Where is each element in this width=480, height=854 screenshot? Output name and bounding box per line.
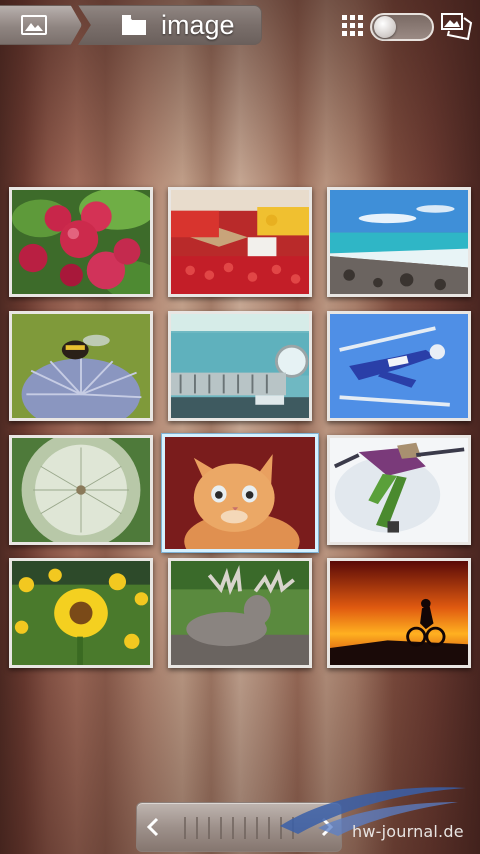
thumbnail-sunset-cyclist[interactable] (327, 558, 471, 668)
thumbnail-market[interactable] (168, 187, 312, 297)
thumbnail-snow-angel[interactable] (327, 435, 471, 545)
thumbnail-dandelion[interactable] (9, 435, 153, 545)
breadcrumb: image (0, 5, 262, 45)
thumbnail-sunflowers[interactable] (9, 558, 153, 668)
thumbnail-kitten-selected[interactable] (162, 434, 318, 552)
thumbnail-bumblebee[interactable] (9, 311, 153, 421)
thumbnail-beach[interactable] (327, 187, 471, 297)
breadcrumb-home[interactable] (0, 5, 82, 45)
image-icon (20, 15, 47, 35)
view-mode-toggle[interactable] (370, 13, 434, 41)
watermark-text: hw-journal.de (352, 822, 464, 841)
slideshow-icon[interactable] (440, 12, 474, 42)
chevron-left-icon[interactable] (145, 816, 161, 838)
folder-icon (122, 15, 146, 35)
breadcrumb-current-folder[interactable]: image (78, 5, 262, 45)
background-shade (0, 0, 480, 854)
grid-view-icon[interactable] (342, 15, 364, 37)
thumbnail-ski-jumper[interactable] (327, 311, 471, 421)
toggle-knob[interactable] (374, 16, 396, 38)
thumbnail-vintage-car[interactable] (168, 311, 312, 421)
folder-name: image (161, 9, 235, 40)
thumbnail-moose[interactable] (168, 558, 312, 668)
thumbnail-apples[interactable] (9, 187, 153, 297)
